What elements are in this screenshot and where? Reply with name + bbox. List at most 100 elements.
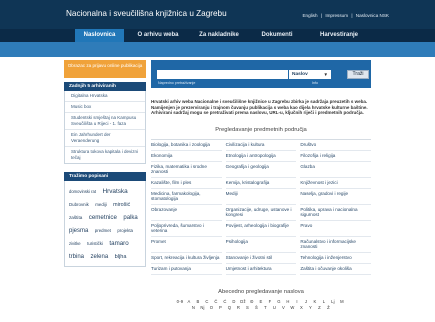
letter-link[interactable]: 0-9 <box>176 299 185 305</box>
subject-link[interactable]: Filozofija i religija <box>300 151 371 162</box>
subject-link[interactable]: Obrazovanje <box>151 205 222 221</box>
subject-link[interactable]: Etnologija i antropologija <box>225 151 297 162</box>
subject-link[interactable]: Glazba <box>300 162 371 178</box>
search-button[interactable]: Traži <box>347 70 369 79</box>
tab-harvestiranje[interactable]: Harvestiranje <box>310 29 368 42</box>
tag-link[interactable]: cemetnice <box>89 214 117 221</box>
alphabet-row: N Nj O P Q R S Š T U V W X Y Z Ž <box>151 305 371 311</box>
tag-link[interactable]: Dubrovnik <box>69 202 89 207</box>
letter-link[interactable]: W <box>288 305 297 311</box>
tag-link[interactable]: Hrvatska <box>102 188 127 195</box>
letter-link[interactable]: M <box>338 299 347 305</box>
list-item[interactable]: Ein Jahrhundert der Veraenderung <box>65 130 145 147</box>
subject-link[interactable]: Geografija i geologija <box>225 162 297 178</box>
tag-link[interactable]: domovinski rat <box>69 189 96 194</box>
tag-link[interactable]: projekta <box>117 228 133 233</box>
main-nav: Naslovnica O arhivu weba Za nakladnike D… <box>0 29 435 42</box>
subject-link[interactable]: Povijest, arheologija i biografije <box>225 221 297 237</box>
tag-link[interactable]: predmet <box>95 228 111 233</box>
subject-link[interactable]: Organizacije, udruge, ustanove i kongres… <box>225 205 297 221</box>
subject-link[interactable]: Naselja, gradovi i regije <box>300 189 371 205</box>
tab-dokumenti[interactable]: Dokumenti <box>254 29 300 42</box>
latest-archived-title: Zadnjih 5 arhiviranih <box>64 82 146 91</box>
letter-link[interactable]: Nj <box>198 305 207 311</box>
header-band <box>0 42 435 57</box>
subject-link[interactable]: Promet <box>151 237 222 253</box>
impressum-link[interactable]: Impressum <box>325 13 348 18</box>
tag-link[interactable]: mediji <box>95 202 106 207</box>
letter-link[interactable]: O <box>207 305 216 311</box>
subject-link[interactable]: Sport, rekreacija i kultura življenja <box>151 253 222 264</box>
tag-link[interactable]: zelena <box>90 254 108 260</box>
letter-link[interactable]: U <box>270 305 279 311</box>
list-item[interactable]: Music box <box>65 102 145 113</box>
subject-link[interactable]: Umjetnost i arhitektura <box>225 264 297 275</box>
subject-link[interactable]: Tehnologija i inženjerstvo <box>300 253 371 264</box>
tab-o-arhivu-weba[interactable]: O arhivu weba <box>130 29 186 42</box>
tag-link[interactable]: zivitke <box>69 241 81 246</box>
tag-link[interactable]: bljha <box>115 254 127 260</box>
info-link[interactable]: Info <box>312 81 318 85</box>
subject-link[interactable]: Fizika, matematika i srodne znanosti <box>151 162 222 178</box>
subject-link[interactable]: Poljoprivreda, šumarstvo i veterina <box>151 221 222 237</box>
subject-link[interactable]: Psihologija <box>225 237 297 253</box>
letter-link[interactable]: Š <box>252 305 261 311</box>
subject-link[interactable]: Mediji <box>225 189 297 205</box>
subject-link[interactable]: Društvo <box>300 140 371 151</box>
letter-link[interactable]: Ž <box>324 305 333 311</box>
tag-link[interactable]: tamaro <box>109 240 128 247</box>
subject-link[interactable]: Pravo <box>300 221 371 237</box>
letter-link[interactable]: Y <box>306 305 315 311</box>
nsk-home-link[interactable]: Naslovnica NSK <box>356 13 389 18</box>
intro-text: Hrvatski arhiv weba Nacionalne i sveučil… <box>151 99 368 116</box>
tag-link[interactable]: palka <box>123 215 137 221</box>
letter-link[interactable]: N <box>189 305 198 311</box>
tag-link[interactable]: mirošić <box>113 202 130 208</box>
subject-link[interactable]: Zaštita i očuvanje okoliša <box>300 264 371 275</box>
propose-publication-button[interactable]: Obrazac za prijavu online publikacija <box>64 60 146 78</box>
letter-link[interactable]: P <box>216 305 225 311</box>
subject-link[interactable]: Civilizacija i kultura <box>225 140 297 151</box>
letter-link[interactable]: S <box>243 305 252 311</box>
site-title[interactable]: Nacionalna i sveučilišna knjižnica u Zag… <box>66 9 227 18</box>
search-field-select[interactable]: Naslov ▼ <box>289 70 331 79</box>
search-panel: Naslov ▼ Traži Napredno pretraživanje In… <box>151 60 371 88</box>
subjects-title: Pregledavanje predmetnih područja <box>215 126 307 133</box>
subject-link[interactable]: Medicina, farmakologija, stomatologija <box>151 189 222 205</box>
letter-link[interactable]: Q <box>225 305 234 311</box>
list-item[interactable]: Studentski smještaj na Kampusu Sveučiliš… <box>65 113 145 130</box>
advanced-search-link[interactable]: Napredno pretraživanje <box>158 81 195 85</box>
site-header: Nacionalna i sveučilišna knjižnica u Zag… <box>0 0 435 29</box>
search-input[interactable] <box>157 70 288 79</box>
tab-za-nakladnike[interactable]: Za nakladnike <box>193 29 245 42</box>
tag-link[interactable]: zaštita <box>69 215 82 220</box>
subject-link[interactable]: Kemija, kristalografija <box>225 178 297 189</box>
letter-link[interactable]: Z <box>315 305 324 311</box>
letter-link[interactable]: X <box>297 305 306 311</box>
tag-link[interactable]: turistički <box>87 241 103 246</box>
subject-link[interactable]: Politika, uprava i nacionalna sigurnost <box>300 205 371 221</box>
latest-archived-list: Digitalna Hrvatska Music box Studentski … <box>64 91 146 164</box>
list-item[interactable]: Digitalna Hrvatska <box>65 91 145 102</box>
subject-link[interactable]: Književnost i jezici <box>300 178 371 189</box>
main-content: Naslov ▼ Traži Napredno pretraživanje In… <box>151 60 371 311</box>
subject-link[interactable]: Stanovanje i životni stil <box>225 253 297 264</box>
letter-link[interactable]: V <box>279 305 288 311</box>
subject-link[interactable]: Turizam i putovanja <box>151 264 222 275</box>
alphabet-title: Abecedno pregledavanje naslova <box>218 288 304 295</box>
english-link[interactable]: English <box>302 13 317 18</box>
subject-grid: Biologija, botanika i zoologija Civilizac… <box>151 138 371 275</box>
tag-link[interactable]: trbina <box>69 254 84 260</box>
chevron-down-icon: ▼ <box>323 72 328 77</box>
subject-link[interactable]: Ekonomija <box>151 151 222 162</box>
subject-link[interactable]: Biologija, botanika i zoologija <box>151 140 222 151</box>
tag-cloud: domovinski rat Hrvatska Dubrovnik mediji… <box>64 181 146 267</box>
letter-link[interactable]: R <box>234 305 243 311</box>
subject-link[interactable]: Kazalište, film i ples <box>151 178 222 189</box>
tag-link[interactable]: pjesma <box>69 228 88 234</box>
search-field-value: Naslov <box>292 72 308 77</box>
subject-link[interactable]: Računalstvo i informacijske znanosti <box>300 237 371 253</box>
tab-naslovnica[interactable]: Naslovnica <box>75 29 124 42</box>
list-item[interactable]: Struktura tokova kapitala i devizni teča… <box>65 147 145 163</box>
letter-link[interactable]: T <box>261 305 270 311</box>
